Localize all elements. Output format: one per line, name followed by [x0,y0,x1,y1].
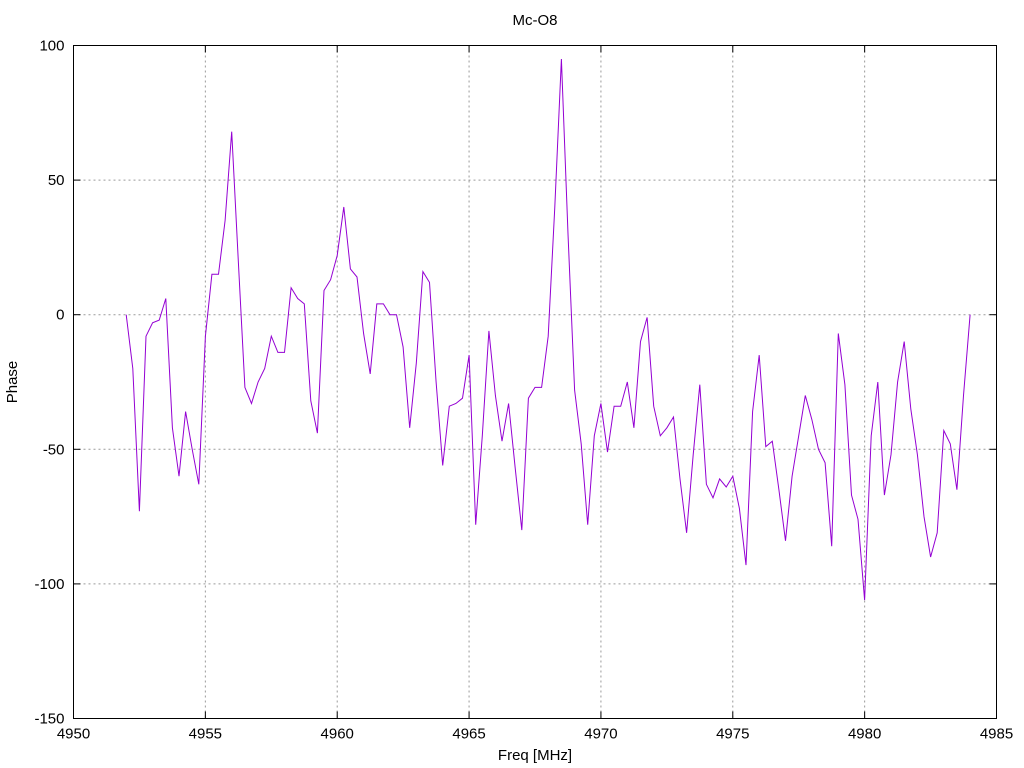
series-group [125,58,971,601]
x-axis-label: Freq [MHz] [498,747,572,764]
y-tick-label: -150 [34,711,64,728]
x-tick-label: 4965 [452,726,485,743]
y-tick-label: 100 [39,38,64,55]
grid-lines [73,45,997,719]
x-tick-label: 4980 [848,726,881,743]
x-tick-label: 4985 [980,726,1013,743]
y-axis-label: Phase [4,361,21,404]
y-tick-label: -50 [43,441,65,458]
x-tick-label: 4955 [189,726,222,743]
y-tick-label: 50 [48,172,65,189]
tick-labels: 4950 4955 4960 4965 4970 4975 4980 4985 100 50 0 -5… [34,38,1013,743]
x-tick-label: 4970 [584,726,617,743]
y-tick-label: 0 [56,307,64,324]
x-tick-label: 4950 [57,726,90,743]
y-tick-label: -100 [34,576,64,593]
series-line [125,58,971,601]
plot-frame [73,45,997,719]
chart-title: Mc-O8 [513,12,558,29]
line-chart: 4950 4955 4960 4965 4970 4975 4980 4985 100 50 0 -5… [4,12,1013,764]
x-tick-label: 4975 [716,726,749,743]
x-tick-label: 4960 [321,726,354,743]
axis-ticks [73,45,997,719]
